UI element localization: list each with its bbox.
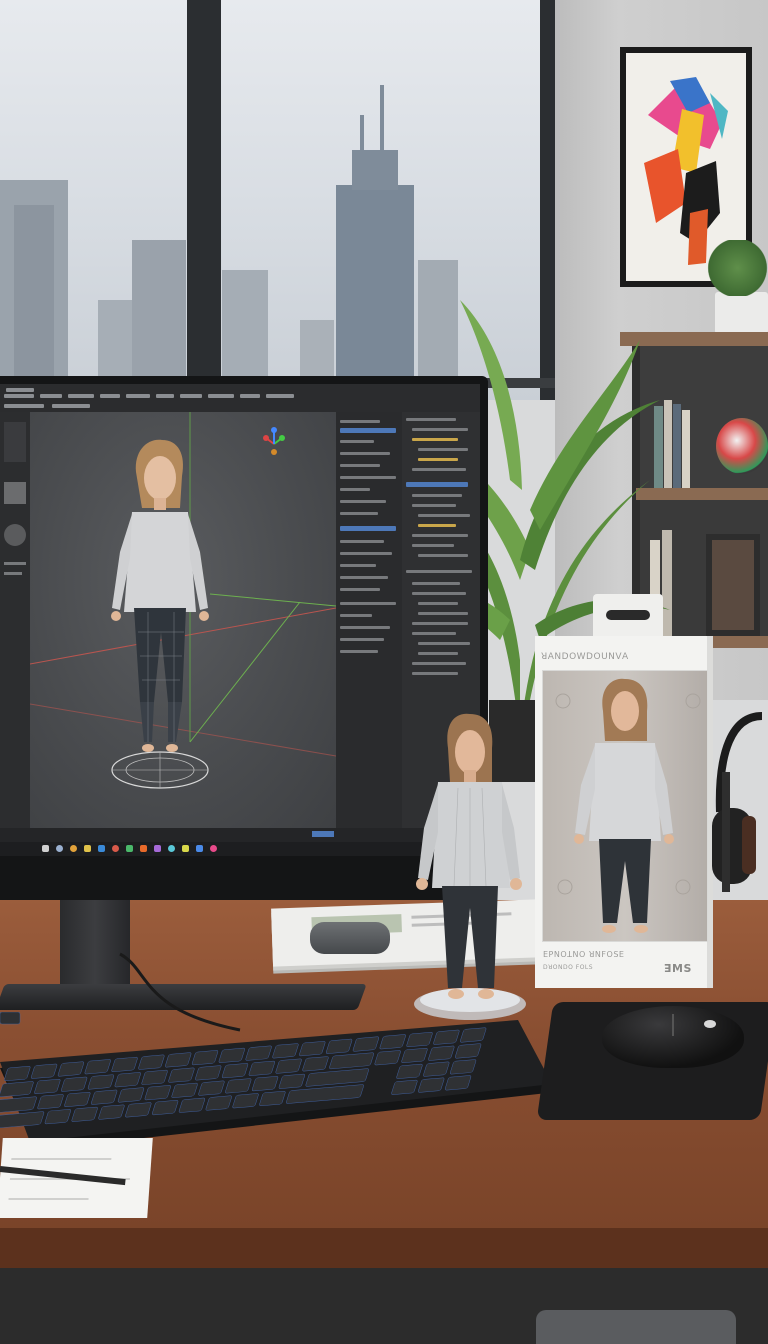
- stapler: [310, 922, 390, 954]
- desk-edge: [0, 1228, 768, 1268]
- chair: [536, 1310, 736, 1344]
- folder-icon[interactable]: [84, 845, 91, 852]
- app-icon[interactable]: [168, 845, 175, 852]
- box-window: [542, 670, 708, 942]
- properties-panel: [336, 412, 402, 828]
- figurine: [414, 713, 526, 1020]
- mail-icon[interactable]: [98, 845, 105, 852]
- tool-panel: [0, 412, 30, 828]
- window-mullion: [187, 0, 221, 400]
- gizmo-icon: [263, 427, 285, 455]
- menu-bar: [0, 384, 480, 412]
- app-icon[interactable]: [140, 845, 147, 852]
- mouse: [602, 1006, 744, 1068]
- box-bottom-small-label: ꓓꓤꓳꓠꓓꓳ ꓝꓳꓡꓢ: [543, 964, 594, 971]
- hanger-hole: [606, 610, 650, 620]
- keyboard-keys: [0, 1020, 556, 1140]
- app-icon[interactable]: [210, 845, 217, 852]
- potted-plant-small: [707, 240, 768, 334]
- app-icon[interactable]: [126, 845, 133, 852]
- decorative-ball: [716, 418, 768, 474]
- cable: [119, 952, 241, 1032]
- browser-icon[interactable]: [70, 845, 77, 852]
- app-icon[interactable]: [154, 845, 161, 852]
- search-icon[interactable]: [56, 845, 63, 852]
- box-top-label: ꓤꓮꓠꓓꓳꓪꓓꓳꓴꓠꓦꓮ: [541, 652, 629, 662]
- app-icon[interactable]: [196, 845, 203, 852]
- app-icon[interactable]: [112, 845, 119, 852]
- app-icon[interactable]: [182, 845, 189, 852]
- headphones: [712, 712, 763, 892]
- 3d-viewport[interactable]: [29, 412, 337, 828]
- box-bottom-label: ꓰꓑꓠꓳꓕꓠꓳ ꓤꓠꓝꓳꓢꓰ: [543, 950, 625, 959]
- desk-scene: ꓤꓮꓠꓓꓳꓪꓓꓳꓴꓠꓦꓮ ꓰꓑꓠꓳꓕꓠꓳ ꓤꓠꓝꓳꓢꓰ ꓓꓤꓳꓠꓓꓳ ꓝꓳꓡꓢ …: [0, 0, 768, 1344]
- 3d-character-model: [111, 439, 209, 752]
- box-corner-mark: ꓱꓟꓢ: [664, 962, 692, 975]
- windows-start-icon[interactable]: [42, 845, 49, 852]
